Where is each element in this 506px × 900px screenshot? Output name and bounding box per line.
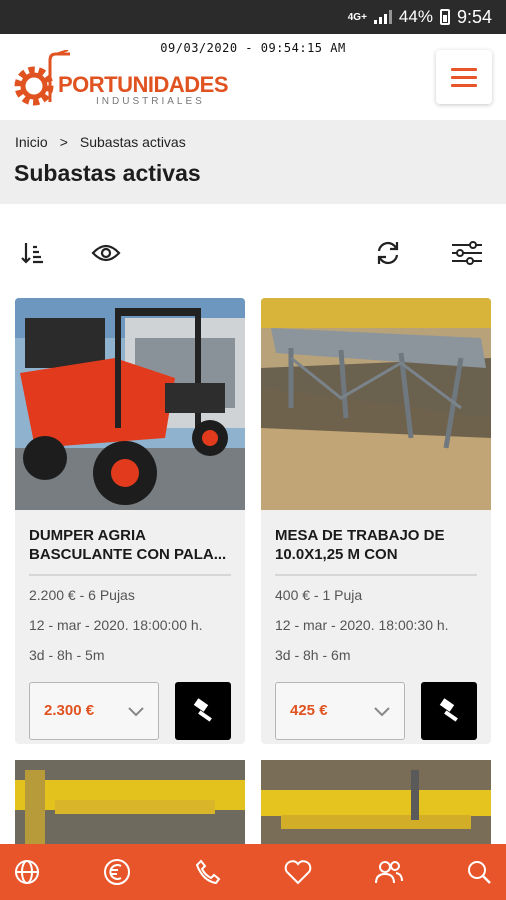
clock: 9:54	[456, 6, 492, 27]
auction-card[interactable]: MESA DE TRABAJO DE 10.0X1,25 M CON RUEDA…	[261, 298, 491, 744]
bid-amount-value: 425 €	[290, 702, 328, 719]
card-title[interactable]: MESA DE TRABAJO DE 10.0X1,25 M CON RUEDA…	[275, 526, 477, 566]
product-image-peek[interactable]	[15, 760, 245, 844]
bid-amount-select[interactable]: 2.300 €	[29, 682, 159, 740]
bid-controls: 425 €	[275, 682, 477, 740]
chevron-down-icon	[374, 707, 390, 717]
filter-sliders-icon[interactable]	[450, 236, 484, 270]
globe-icon[interactable]	[12, 857, 42, 887]
page-title: Subastas activas	[14, 160, 201, 186]
logo-text: PORTUNIDADES	[58, 72, 229, 97]
hamburger-icon	[451, 67, 477, 71]
breadcrumb-current: Subastas activas	[79, 134, 186, 150]
network-indicator: 4G+	[347, 11, 367, 23]
bid-amount-select[interactable]: 425 €	[275, 682, 405, 740]
gavel-icon	[439, 698, 458, 722]
menu-button[interactable]	[436, 50, 492, 104]
gavel-icon	[193, 698, 212, 722]
bid-hammer-button[interactable]	[175, 682, 231, 740]
card-countdown: 3d - 8h - 6m	[275, 647, 351, 663]
bid-controls: 2.300 €	[29, 682, 231, 740]
card-end-date: 12 - mar - 2020. 18:00:00 h.	[29, 617, 203, 633]
product-image-dumper[interactable]	[15, 298, 245, 510]
divider	[275, 574, 477, 576]
bid-amount-value: 2.300 €	[44, 702, 95, 719]
product-image-table[interactable]	[261, 298, 491, 510]
auction-card[interactable]: DUMPER AGRIA BASCULANTE CON PALA... 2.20…	[15, 298, 245, 744]
eye-icon[interactable]	[89, 236, 123, 270]
euro-icon[interactable]	[102, 857, 132, 887]
breadcrumb-home-link[interactable]: Inicio	[15, 134, 48, 150]
breadcrumb-separator: >	[59, 134, 68, 150]
phone-icon[interactable]	[193, 857, 223, 887]
product-image-peek[interactable]	[261, 760, 491, 844]
bid-hammer-button[interactable]	[421, 682, 477, 740]
bottom-nav	[0, 844, 506, 900]
signal-icon	[373, 10, 392, 24]
card-price-bids: 2.200 € - 6 Pujas	[29, 587, 135, 603]
heart-icon[interactable]	[283, 857, 313, 887]
card-countdown: 3d - 8h - 5m	[29, 647, 105, 663]
card-price-bids: 400 € - 1 Puja	[275, 587, 363, 603]
chevron-down-icon	[128, 707, 144, 717]
users-icon[interactable]	[374, 857, 404, 887]
breadcrumb: Inicio > Subastas activas	[15, 134, 186, 150]
battery-icon	[439, 9, 450, 25]
card-title[interactable]: DUMPER AGRIA BASCULANTE CON PALA...	[29, 526, 231, 566]
sort-icon[interactable]	[16, 236, 50, 270]
search-icon[interactable]	[464, 857, 494, 887]
refresh-icon[interactable]	[371, 236, 405, 270]
app-header: 09/03/2020 - 09:54:15 AM PORTUNIDADES IN…	[0, 34, 506, 120]
logo-subtitle: INDUSTRIALES	[96, 96, 205, 107]
card-end-date: 12 - mar - 2020. 18:00:30 h.	[275, 617, 449, 633]
divider	[29, 574, 231, 576]
toolbar	[0, 226, 506, 280]
breadcrumb-area: Inicio > Subastas activas Subastas activas	[0, 120, 506, 204]
battery-percent: 44%	[398, 7, 433, 26]
status-bar: 4G+ 44% 9:54	[0, 0, 506, 34]
